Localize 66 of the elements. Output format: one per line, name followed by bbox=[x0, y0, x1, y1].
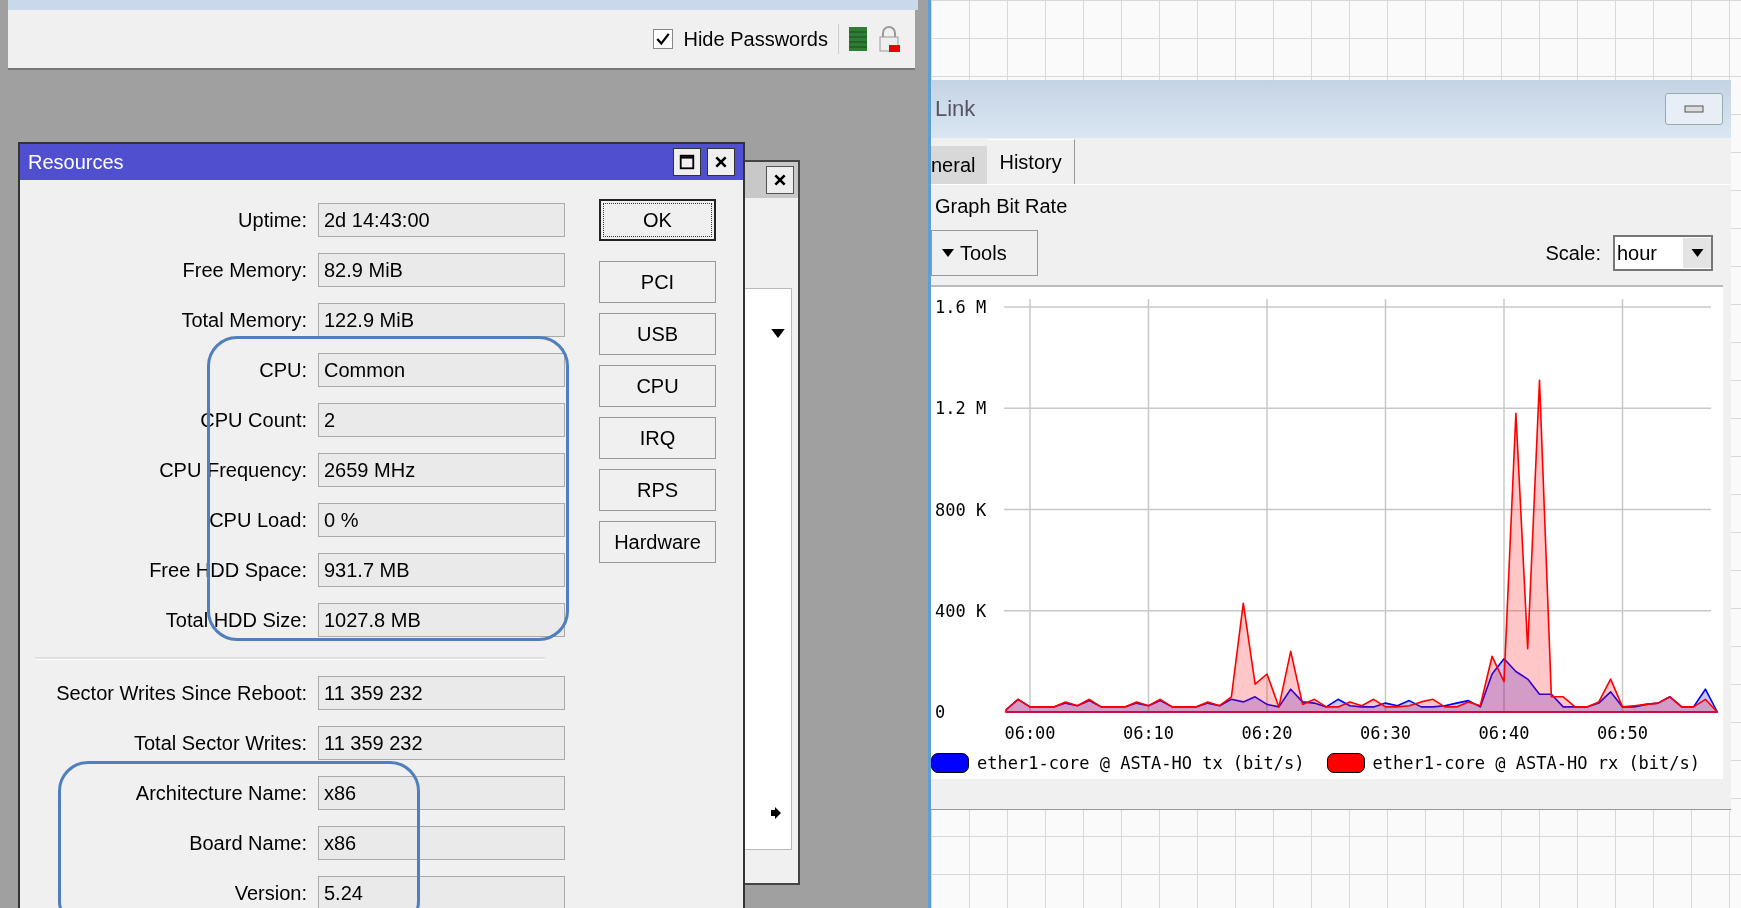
field-label: CPU Load: bbox=[208, 508, 307, 532]
legend-label: ether1-core @ ASTA-HO tx (bit/s) bbox=[977, 753, 1305, 773]
field-label: CPU: bbox=[258, 358, 307, 382]
readonly-field: x86 bbox=[318, 776, 565, 810]
y-tick-label: 800 K bbox=[935, 499, 987, 520]
dialog-button[interactable]: Hardware bbox=[599, 521, 716, 563]
close-icon[interactable] bbox=[707, 148, 735, 176]
y-tick-label: 0 bbox=[935, 702, 946, 722]
readonly-field: 2d 14:43:00 bbox=[318, 203, 565, 237]
right-arrow-icon[interactable] bbox=[771, 807, 781, 819]
tools-button[interactable]: Tools bbox=[931, 230, 1038, 276]
maximize-icon[interactable] bbox=[673, 148, 701, 176]
minimize-icon bbox=[1684, 105, 1704, 113]
field-label: Free Memory: bbox=[181, 258, 307, 282]
field-label: Uptime: bbox=[237, 208, 307, 232]
readonly-field: 11 359 232 bbox=[318, 726, 565, 760]
dialog-button[interactable]: CPU bbox=[599, 365, 716, 407]
field-label: Total Sector Writes: bbox=[132, 731, 307, 755]
field-label: Version: bbox=[233, 881, 307, 905]
hide-passwords-checkbox[interactable]: Hide Passwords bbox=[653, 27, 828, 51]
readonly-field: 122.9 MiB bbox=[318, 303, 565, 337]
x-tick-label: 06:40 bbox=[1478, 723, 1530, 743]
field-label: Total HDD Size: bbox=[164, 608, 307, 632]
readonly-field: Common bbox=[318, 353, 565, 387]
x-tick-label: 06:50 bbox=[1596, 723, 1649, 743]
y-tick-label: 400 K bbox=[935, 600, 987, 621]
dialog-button[interactable]: RPS bbox=[599, 469, 716, 511]
checkbox[interactable] bbox=[653, 29, 674, 49]
dialog-button[interactable]: OK bbox=[599, 199, 716, 241]
section-heading: Graph Bit Rate bbox=[935, 195, 1069, 219]
field-label: Total Memory: bbox=[180, 308, 307, 332]
field-label: Sector Writes Since Reboot: bbox=[55, 681, 307, 705]
field-label: Board Name: bbox=[188, 831, 307, 855]
y-tick-label: 1.2 M bbox=[935, 398, 987, 419]
readonly-field: 5.24 bbox=[318, 876, 565, 908]
readonly-field: 931.7 MB bbox=[318, 553, 565, 587]
readonly-field: 11 359 232 bbox=[318, 676, 565, 710]
x-tick-label: 06:20 bbox=[1241, 723, 1293, 743]
readonly-field: 82.9 MiB bbox=[318, 253, 565, 287]
dropdown-arrow-icon[interactable] bbox=[771, 329, 785, 338]
scale-dropdown[interactable]: hour bbox=[1613, 235, 1713, 271]
field-label: Architecture Name: bbox=[134, 781, 307, 805]
legend-label: ether1-core @ ASTA-HO rx (bit/s) bbox=[1372, 753, 1701, 773]
x-tick-label: 06:10 bbox=[1122, 723, 1175, 743]
scale-label: Scale: bbox=[1545, 241, 1601, 265]
readonly-field: 0 % bbox=[318, 503, 565, 537]
readonly-field: x86 bbox=[318, 826, 565, 860]
y-tick-label: 1.6 M bbox=[935, 297, 987, 317]
window-title: Link bbox=[935, 96, 977, 122]
window-title: Resources bbox=[28, 150, 125, 174]
caret-icon bbox=[942, 249, 954, 257]
readonly-field: 2659 MHz bbox=[318, 453, 565, 487]
tab[interactable]: neral bbox=[931, 146, 988, 184]
readonly-field: 2 bbox=[318, 403, 565, 437]
lock-icon[interactable] bbox=[877, 25, 901, 53]
x-tick-label: 06:30 bbox=[1359, 723, 1412, 743]
field-label: CPU Frequency: bbox=[158, 458, 307, 482]
dialog-button[interactable]: USB bbox=[599, 313, 716, 355]
x-tick-label: 06:00 bbox=[1004, 723, 1056, 743]
dialog-button[interactable]: IRQ bbox=[599, 417, 716, 459]
tab[interactable]: History bbox=[987, 139, 1075, 184]
checkbox-label: Hide Passwords bbox=[683, 27, 828, 51]
close-icon[interactable] bbox=[766, 166, 794, 194]
readonly-field: 1027.8 MB bbox=[318, 603, 565, 637]
dialog-button[interactable]: PCI bbox=[599, 261, 716, 303]
caret-icon bbox=[1690, 249, 1704, 257]
